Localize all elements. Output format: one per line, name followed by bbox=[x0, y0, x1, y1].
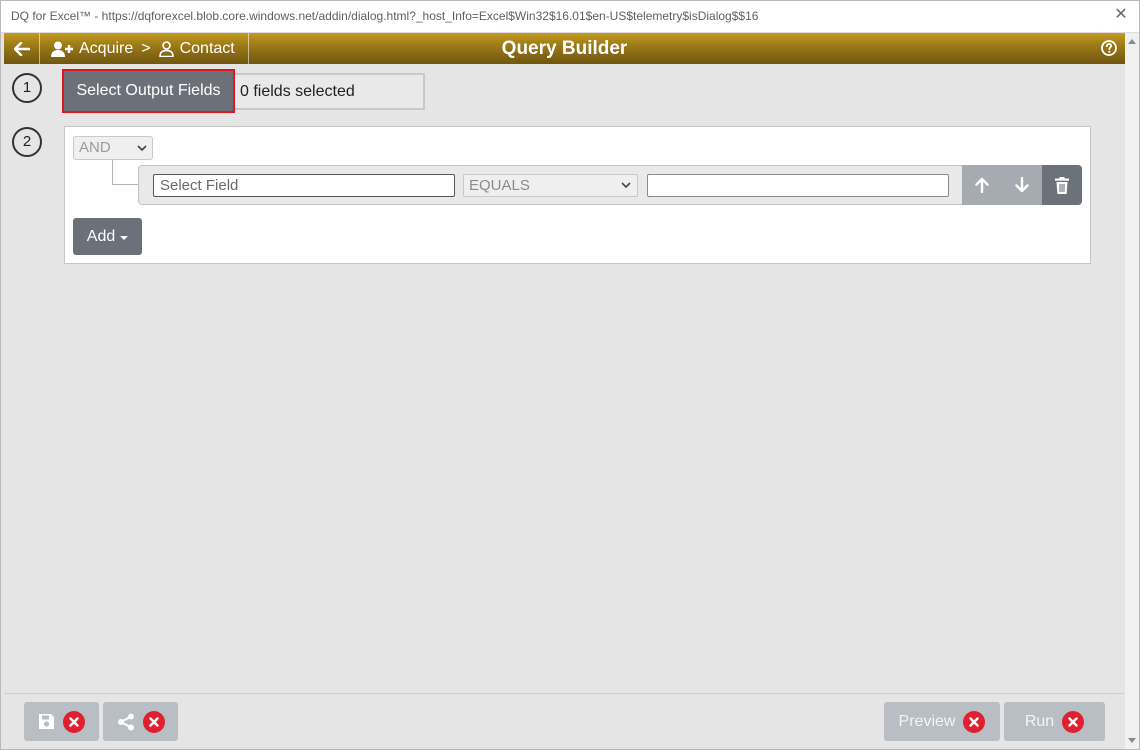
rule-value-input[interactable] bbox=[647, 174, 949, 197]
arrow-up-icon bbox=[975, 177, 989, 193]
select-output-fields-button[interactable]: Select Output Fields bbox=[62, 69, 235, 113]
arrow-left-icon bbox=[13, 41, 30, 56]
breadcrumb: Acquire > Contact bbox=[41, 33, 249, 64]
add-button-label: Add bbox=[86, 227, 116, 245]
window-title: DQ for Excel™ - https://dqforexcel.blob.… bbox=[11, 9, 759, 23]
operator-value: EQUALS bbox=[469, 177, 530, 194]
breadcrumb-item-contact[interactable]: Contact bbox=[158, 39, 235, 58]
run-button[interactable]: Run bbox=[1004, 702, 1105, 741]
title-bar: DQ for Excel™ - https://dqforexcel.blob.… bbox=[1, 1, 1139, 33]
caret-down-icon bbox=[120, 235, 129, 240]
share-icon bbox=[117, 713, 134, 730]
error-x-icon bbox=[963, 710, 986, 733]
trash-icon bbox=[1055, 176, 1069, 194]
app-header: Acquire > Contact Query Builder bbox=[4, 33, 1125, 64]
user-plus-icon bbox=[51, 41, 73, 57]
delete-rule-button[interactable] bbox=[1042, 165, 1082, 205]
scroll-down-icon[interactable] bbox=[1128, 738, 1136, 743]
question-circle-icon[interactable] bbox=[1101, 40, 1117, 56]
save-button[interactable] bbox=[24, 702, 99, 741]
conjunction-select[interactable]: AND bbox=[73, 136, 153, 160]
step-2-badge: 2 bbox=[12, 127, 42, 157]
scroll-up-icon[interactable] bbox=[1128, 39, 1136, 44]
tree-connector bbox=[112, 160, 113, 185]
back-button[interactable] bbox=[4, 33, 40, 64]
conjunction-value: AND bbox=[79, 139, 111, 156]
error-x-icon bbox=[142, 710, 165, 733]
breadcrumb-separator: > bbox=[141, 39, 151, 57]
move-down-button[interactable] bbox=[1002, 165, 1042, 205]
rule-row: Select Field EQUALS bbox=[138, 165, 1082, 205]
footer-divider bbox=[4, 693, 1125, 694]
error-x-icon bbox=[63, 710, 85, 733]
breadcrumb-label-acquire: Acquire bbox=[79, 39, 134, 57]
dialog-window: DQ for Excel™ - https://dqforexcel.blob.… bbox=[0, 0, 1140, 750]
operator-select[interactable]: EQUALS bbox=[463, 174, 638, 197]
add-dropdown-button[interactable]: Add bbox=[73, 218, 142, 255]
error-x-icon bbox=[1062, 710, 1085, 733]
vertical-scrollbar[interactable] bbox=[1125, 33, 1139, 749]
step-1-badge: 1 bbox=[12, 73, 42, 103]
run-button-label: Run bbox=[1024, 712, 1055, 730]
chevron-down-icon bbox=[621, 177, 631, 198]
query-rules-panel: AND Select Field EQUALS Add bbox=[64, 126, 1091, 264]
breadcrumb-label-contact: Contact bbox=[179, 39, 235, 57]
tree-connector bbox=[112, 184, 138, 185]
share-button[interactable] bbox=[103, 702, 178, 741]
floppy-disk-icon bbox=[39, 714, 54, 729]
preview-button[interactable]: Preview bbox=[884, 702, 1000, 741]
user-outline-icon bbox=[158, 40, 174, 57]
chevron-down-icon bbox=[137, 139, 147, 161]
breadcrumb-item-acquire[interactable]: Acquire bbox=[51, 40, 133, 58]
preview-button-label: Preview bbox=[898, 712, 956, 730]
select-field-input[interactable]: Select Field bbox=[153, 174, 455, 197]
arrow-down-icon bbox=[1015, 177, 1029, 193]
close-window-button[interactable]: ✕ bbox=[1113, 7, 1129, 23]
selected-fields-count: 0 fields selected bbox=[235, 73, 425, 110]
move-up-button[interactable] bbox=[962, 165, 1002, 205]
